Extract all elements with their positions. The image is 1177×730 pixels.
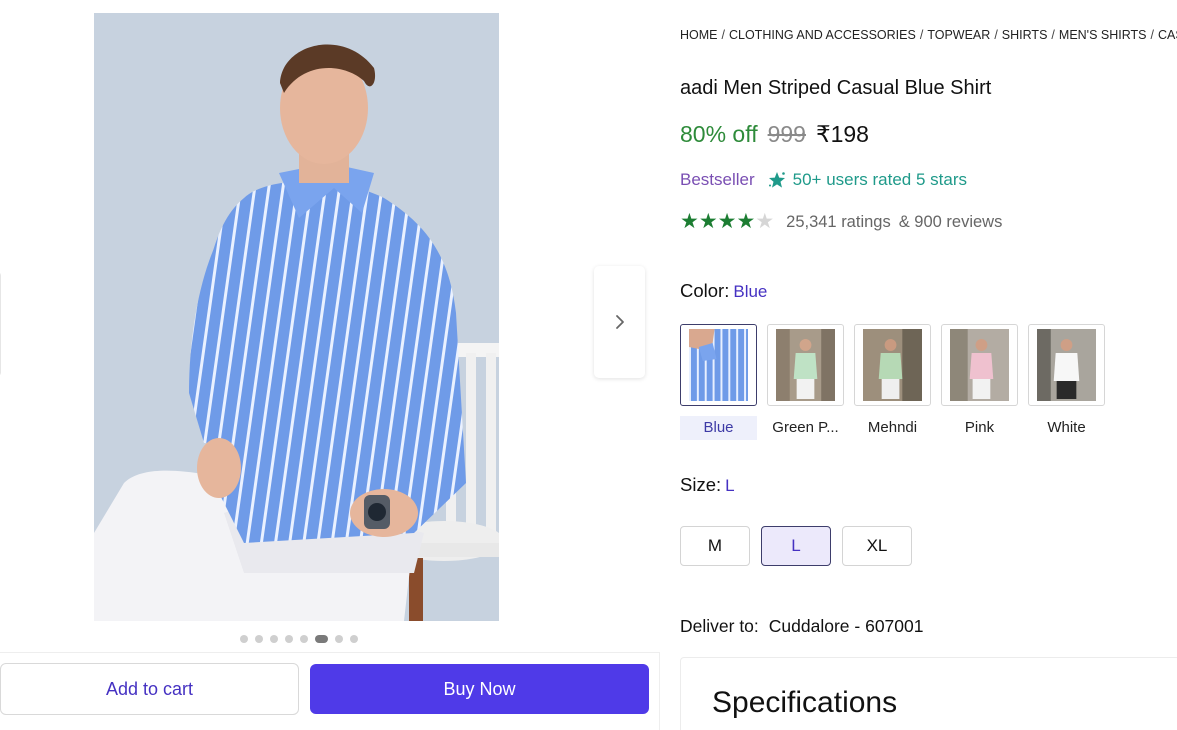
next-image-button[interactable] xyxy=(594,266,645,378)
pagination-dot[interactable] xyxy=(240,635,248,643)
selected-color-value: Blue xyxy=(733,282,768,301)
pagination-dot[interactable] xyxy=(300,635,308,643)
color-options: Blue Green P... Mehndi Pink White xyxy=(680,324,1105,440)
price-row: 80% off 999 ₹198 xyxy=(680,121,869,148)
product-photo xyxy=(94,13,499,621)
sparkle-star-icon xyxy=(768,172,785,188)
buy-now-button[interactable]: Buy Now xyxy=(310,664,649,714)
product-title: aadi Men Striped Casual Blue Shirt xyxy=(680,77,992,99)
breadcrumb-mens-shirts[interactable]: MEN'S SHIRTS xyxy=(1059,28,1147,42)
color-option-label: Blue xyxy=(680,416,757,440)
selected-size-value: L xyxy=(725,476,735,495)
breadcrumb-separator: / xyxy=(919,28,924,42)
product-gallery: Add to cart Buy Now xyxy=(0,0,660,730)
breadcrumb-separator: / xyxy=(1150,28,1154,42)
color-swatch-image xyxy=(680,324,757,406)
color-option-label: Mehndi xyxy=(867,419,918,436)
breadcrumb-topwear[interactable]: TOPWEAR xyxy=(927,28,990,42)
product-image[interactable] xyxy=(94,13,499,621)
rated-5-stars-text: 50+ users rated 5 stars xyxy=(792,170,967,189)
pagination-dot-active[interactable] xyxy=(315,635,328,643)
star-filled-icon: ★ xyxy=(680,210,699,233)
pagination-dot[interactable] xyxy=(285,635,293,643)
pink-shirt-thumbnail xyxy=(950,329,1009,401)
color-label: Color: xyxy=(680,280,730,301)
color-option-label: Pink xyxy=(964,419,995,436)
size-options: M L XL xyxy=(680,526,912,566)
breadcrumb-home[interactable]: HOME xyxy=(680,28,718,42)
breadcrumb-separator: / xyxy=(721,28,725,42)
color-option-pink[interactable]: Pink xyxy=(941,324,1018,440)
specifications-section: Specifications xyxy=(680,657,1177,730)
color-swatch-image xyxy=(1028,324,1105,406)
color-swatch-image xyxy=(941,324,1018,406)
purchase-action-bar: Add to cart Buy Now xyxy=(0,652,660,730)
pagination-dot[interactable] xyxy=(335,635,343,643)
size-label: Size: xyxy=(680,474,722,495)
color-option-white[interactable]: White xyxy=(1028,324,1105,440)
green-shirt-thumbnail xyxy=(776,329,835,401)
bestseller-badge: Bestseller xyxy=(680,170,755,189)
reviews-count: & 900 reviews xyxy=(898,212,1003,231)
color-swatch-image xyxy=(767,324,844,406)
size-option-xl[interactable]: XL xyxy=(842,526,912,566)
color-swatch-image xyxy=(854,324,931,406)
breadcrumb-separator: / xyxy=(994,28,998,42)
product-details: HOME / CLOTHING AND ACCESSORIES / TOPWEAR / SH… xyxy=(680,0,1177,730)
breadcrumb-casual-shirts[interactable]: CASUAL SHIRTS xyxy=(1158,28,1177,42)
color-option-mehndi[interactable]: Mehndi xyxy=(854,324,931,440)
specifications-heading: Specifications xyxy=(712,686,898,719)
delivery-location[interactable]: Deliver to: Cuddalore - 607001 xyxy=(680,616,923,637)
ratings-count: 25,341 ratings xyxy=(786,212,891,231)
color-option-label: White xyxy=(1047,419,1086,436)
color-option-green[interactable]: Green P... xyxy=(767,324,844,440)
original-price: 999 xyxy=(767,121,806,147)
color-label-row: Color: Blue xyxy=(680,280,767,302)
blue-shirt-thumbnail xyxy=(689,329,748,401)
star-empty-icon: ★ xyxy=(755,210,775,233)
add-to-cart-button[interactable]: Add to cart xyxy=(0,663,299,715)
color-option-label: Green P... xyxy=(772,419,839,436)
breadcrumb-separator: / xyxy=(1051,28,1055,42)
star-filled-icon: ★ xyxy=(698,210,718,233)
pagination-dot[interactable] xyxy=(255,635,263,643)
pagination-dot[interactable] xyxy=(350,635,358,643)
deliver-to-label: Deliver to: xyxy=(680,616,759,636)
breadcrumb-clothing[interactable]: CLOTHING AND ACCESSORIES xyxy=(729,28,916,42)
white-shirt-thumbnail xyxy=(1037,329,1096,401)
ratings-row[interactable]: ★ ★ ★ ★ ★ 25,341 ratings & 900 reviews xyxy=(680,210,1003,233)
star-filled-icon: ★ xyxy=(717,210,737,233)
size-label-row: Size: L xyxy=(680,474,735,496)
color-option-blue[interactable]: Blue xyxy=(680,324,757,440)
delivery-pincode: Cuddalore - 607001 xyxy=(768,616,924,636)
badge-row: Bestseller 50+ users rated 5 stars xyxy=(680,170,967,190)
chevron-right-icon xyxy=(615,315,624,329)
breadcrumb: HOME / CLOTHING AND ACCESSORIES / TOPWEAR / SH… xyxy=(680,28,1177,42)
size-option-l[interactable]: L xyxy=(761,526,831,566)
pagination-dot[interactable] xyxy=(270,635,278,643)
breadcrumb-shirts[interactable]: SHIRTS xyxy=(1002,28,1048,42)
star-rating: ★ ★ ★ ★ ★ xyxy=(680,210,775,233)
mehndi-shirt-thumbnail xyxy=(863,329,922,401)
discount-percent: 80% off xyxy=(680,121,758,147)
star-filled-icon: ★ xyxy=(736,210,756,233)
prev-image-button[interactable] xyxy=(0,272,1,376)
size-option-m[interactable]: M xyxy=(680,526,750,566)
image-pagination-dots xyxy=(240,635,358,643)
selling-price: ₹198 xyxy=(815,121,869,147)
